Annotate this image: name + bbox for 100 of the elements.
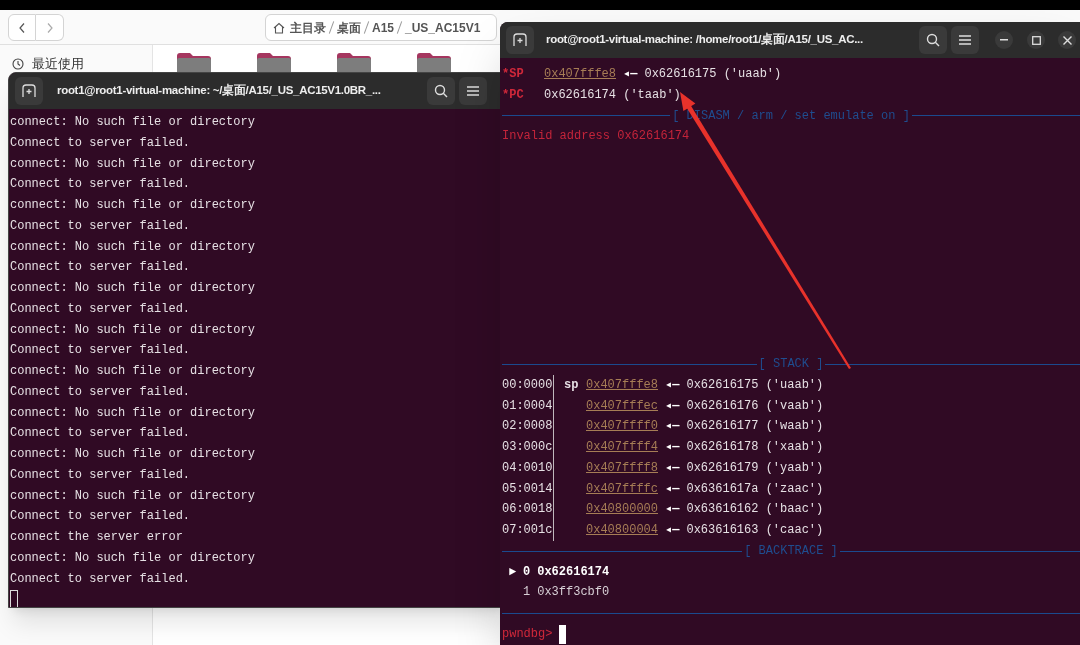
register-value: 0x62616175 ('uaab') [644,66,782,83]
terminal-line: Connect to server failed. [10,217,191,235]
terminal-line: connect: No such file or directory [10,446,255,463]
close-icon [1062,35,1072,45]
stack-value: 0x62616178 ('xaab') [686,439,824,456]
pointer-arrow: ◂— [665,397,680,415]
terminal-line: Connect to server failed. [10,508,191,526]
window-title: root@root1-virtual-machine: /home/root1/桌面/A15/_US_AC... [546,31,863,48]
path-bar[interactable]: 主目录 桌面 A15 _US_AC15V1 [265,14,497,41]
window-title: root1@root1-virtual-machine: ~/桌面/A15/_US_AC15V1.0BR_... [57,82,381,99]
folder-icon[interactable] [335,53,373,73]
stack-offset: 03:000c [502,439,553,456]
terminal-line: connect: No such file or directory [10,321,255,339]
address-link[interactable]: 0x407ffff4 [586,437,658,458]
pointer-arrow: ◂— [665,418,680,436]
register-value: 0x62616174 ('taab') [544,86,681,104]
minimize-button[interactable] [995,31,1013,49]
pointer-arrow: ◂— [665,480,680,498]
backtrace-frame[interactable]: 1 0x3ff3cbf0 [502,582,610,603]
search-button[interactable] [427,77,455,105]
pointer-arrow: ◂— [665,522,680,539]
address-link[interactable]: 0x407ffff8 [586,457,658,479]
current-frame-marker: ► [509,564,517,579]
address-link[interactable]: 0x407fffe8 [586,374,658,396]
address-link[interactable]: 0x40800000 [586,499,658,520]
stack-value: 0x62616179 ('yaab') [686,459,824,477]
terminal-line: connect: No such file or directory [10,549,255,567]
address-link[interactable]: 0x407fffe8 [544,64,616,85]
pointer-arrow: ◂— [623,66,638,83]
new-tab-icon [513,33,527,47]
path-segment[interactable]: 桌面 [337,18,361,37]
maximize-button[interactable] [1027,31,1045,49]
terminal-line: Connect to server failed. [10,570,191,588]
menu-icon [467,86,479,96]
minimize-icon [1000,39,1008,41]
terminal-line: connect: No such file or directory [10,114,255,131]
stack-value: 0x63616163 ('caac') [686,522,824,539]
stack-value: 0x62616176 ('vaab') [686,397,824,415]
terminal-line: connect the server error [10,529,183,546]
section-header: [ BACKTRACE ] [743,542,839,560]
folder-icon[interactable] [415,53,453,73]
stack-value: 0x62616177 ('waab') [686,418,824,436]
stack-offset: 06:0018 [502,501,553,519]
pointer-arrow: ◂— [665,459,680,477]
forward-icon [46,22,53,33]
stack-value: 0x62616175 ('uaab') [686,376,824,394]
address-link[interactable]: 0x40800004 [586,520,658,541]
stack-offset: 01:0004 [502,397,553,415]
address-link[interactable]: 0x407ffffc [586,478,658,500]
pointer-arrow: ◂— [665,439,680,456]
menu-button[interactable] [951,26,979,54]
folder-icon[interactable] [255,53,293,73]
back-icon [19,22,25,33]
path-segment[interactable]: A15 [372,18,394,37]
search-button[interactable] [919,26,947,54]
error-message: Invalid address 0x62616174 [502,128,690,146]
menu-icon [959,35,971,45]
folder-icon[interactable] [175,53,213,73]
path-segment[interactable]: 主目录 [290,18,326,37]
home-icon [273,21,285,34]
maximize-icon [1031,35,1041,45]
new-tab-button[interactable] [15,77,43,105]
terminal-line: Connect to server failed. [10,134,191,152]
register-name: *PC [502,86,525,104]
terminal-line: connect: No such file or directory [10,155,255,173]
search-icon [926,33,940,47]
section-header: [ STACK ] [757,356,825,373]
terminal-line: Connect to server failed. [10,300,191,318]
stack-offset: 00:0000 [502,376,553,394]
terminal-line: connect: No such file or directory [10,197,255,214]
pointer-arrow: ◂— [665,376,680,394]
stack-value: 0x6361617a ('zaac') [686,480,824,498]
terminal-line: Connect to server failed. [10,342,191,360]
stack-value: 0x63616162 ('baac') [686,501,824,519]
path-segment[interactable]: _US_AC15V1 [405,18,481,37]
register-name: *SP [502,66,525,83]
sidebar-item[interactable]: 最近使用 [12,55,152,73]
terminal-line: Connect to server failed. [10,466,191,484]
address-link[interactable]: 0x407fffec [586,395,658,417]
clock-icon [12,58,24,70]
terminal-line: connect: No such file or directory [10,404,255,422]
pointer-arrow: ◂— [665,501,680,519]
terminal-line: connect: No such file or directory [10,363,255,380]
terminal-line: Connect to server failed. [10,383,191,401]
close-button[interactable] [1058,31,1076,49]
new-tab-icon [22,84,36,98]
terminal-line: connect: No such file or directory [10,238,255,256]
stack-offset: 07:001c [502,522,553,539]
prompt: pwndbg> [502,625,553,643]
backtrace-frame[interactable]: ► 0 0x62616174 [502,561,610,583]
address-link[interactable]: 0x407ffff0 [586,416,658,437]
terminal-line: connect: No such file or directory [10,487,255,505]
new-tab-button[interactable] [506,26,534,54]
terminal-cursor [559,624,567,644]
stack-offset: 05:0014 [502,480,553,498]
menu-button[interactable] [459,77,487,105]
terminal-cursor [10,590,18,607]
terminal-line: Connect to server failed. [10,259,191,277]
search-icon [434,84,448,98]
terminal-line: Connect to server failed. [10,176,191,194]
